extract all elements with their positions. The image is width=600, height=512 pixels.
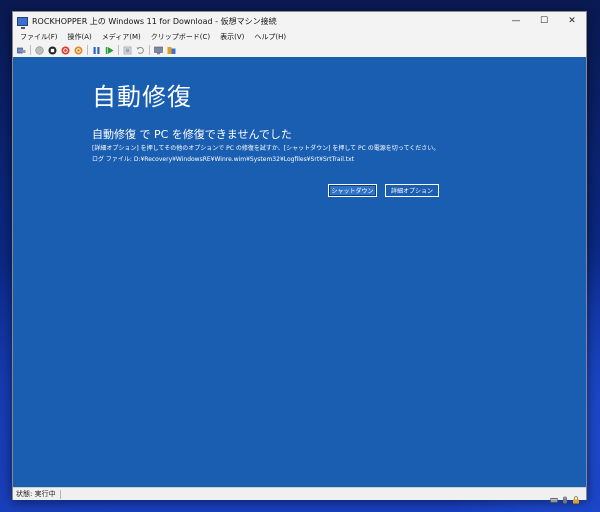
ctrl-alt-del-icon[interactable] (17, 46, 26, 55)
window-controls: — ☐ ✕ (502, 12, 586, 30)
vm-connection-window: ROCKHOPPER 上の Windows 11 for Download - … (12, 11, 587, 504)
menu-view[interactable]: 表示(V) (220, 32, 244, 42)
menu-clipboard[interactable]: クリップボード(C) (151, 32, 210, 42)
status-bar: 状態: 実行中 (13, 487, 586, 504)
recovery-subheading: 自動修復 で PC を修復できませんでした (92, 128, 292, 141)
enhanced-session-icon[interactable] (154, 46, 163, 55)
recovery-heading: 自動修復 (92, 83, 192, 111)
toolbar-separator (87, 45, 88, 55)
status-separator (59, 489, 61, 499)
vm-connection-icon (17, 16, 28, 29)
reset-icon[interactable] (105, 46, 114, 55)
pause-icon[interactable] (92, 46, 101, 55)
toolbar-separator (30, 45, 31, 55)
turn-off-icon[interactable] (48, 46, 57, 55)
toolbar (13, 43, 586, 58)
advanced-options-button[interactable]: 詳細オプション (385, 184, 439, 197)
maximize-button[interactable]: ☐ (530, 12, 558, 30)
status-icons (547, 489, 580, 504)
start-icon[interactable] (35, 45, 44, 55)
revert-icon[interactable] (136, 46, 145, 55)
toolbar-separator (118, 45, 119, 55)
save-icon[interactable] (74, 46, 83, 55)
checkpoint-icon[interactable] (123, 46, 132, 55)
menu-media[interactable]: メディア(M) (102, 32, 141, 42)
menu-help[interactable]: ヘルプ(H) (254, 32, 286, 42)
close-button[interactable]: ✕ (558, 12, 586, 30)
lock-icon (572, 489, 580, 504)
status-text: 状態: 実行中 (16, 490, 56, 498)
log-file-path: ログ ファイル: D:¥Recovery¥WindowsRE¥Winre.wim… (92, 156, 355, 163)
mouse-icon (561, 489, 569, 504)
keyboard-icon (550, 489, 558, 503)
toolbar-separator (149, 45, 150, 55)
menu-action[interactable]: 操作(A) (68, 32, 92, 42)
minimize-button[interactable]: — (502, 12, 530, 30)
recovery-description: [詳細オプション] を押してその他のオプションで PC の修復を試すか、[シャッ… (92, 145, 440, 152)
vm-screen[interactable]: 自動修復 自動修復 で PC を修復できませんでした [詳細オプション] を押し… (13, 57, 586, 487)
menu-bar: ファイル(F) 操作(A) メディア(M) クリップボード(C) 表示(V) ヘ… (13, 30, 586, 43)
shutdown-icon[interactable] (61, 46, 70, 55)
shutdown-button[interactable]: シャットダウン (328, 184, 377, 197)
menu-file[interactable]: ファイル(F) (20, 32, 58, 42)
title-bar[interactable]: ROCKHOPPER 上の Windows 11 for Download - … (13, 12, 586, 30)
share-icon[interactable] (167, 46, 176, 55)
window-title: ROCKHOPPER 上の Windows 11 for Download - … (32, 16, 277, 26)
